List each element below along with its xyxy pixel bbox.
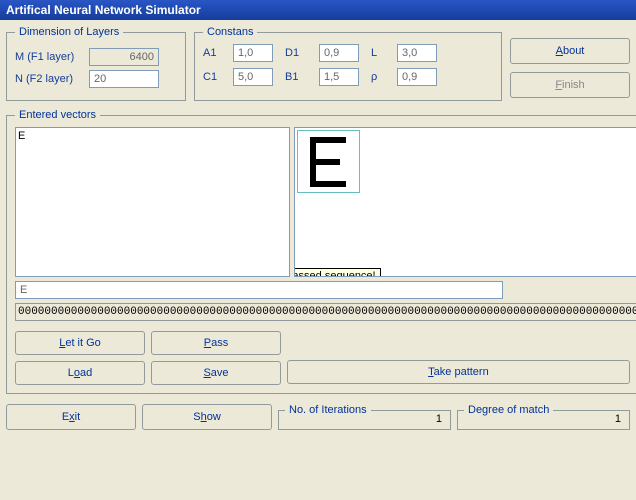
list-item[interactable]: E: [18, 130, 287, 142]
pattern-preview: Passed vector | under their passed seque…: [294, 127, 636, 277]
vector-listbox[interactable]: E: [15, 127, 290, 277]
m-input[interactable]: [89, 48, 159, 66]
title-bar: Artifical Neural Network Simulator: [0, 0, 636, 20]
let-it-go-button[interactable]: Let it Go: [15, 331, 145, 355]
bits-display: 0000000000000000000000000000000000000000…: [15, 303, 636, 321]
match-legend: Degree of match: [464, 404, 553, 416]
dimension-legend: Dimension of Layers: [15, 26, 123, 38]
a1-input[interactable]: [233, 44, 273, 62]
c1-label: C1: [203, 71, 221, 83]
preview-width-label: Preview vector width: [287, 336, 636, 351]
take-pattern-button[interactable]: Take pattern: [287, 360, 630, 384]
tooltip: Passed vector | under their passed seque…: [294, 268, 381, 277]
l-label: L: [371, 47, 385, 59]
save-button[interactable]: Save: [151, 361, 281, 385]
c1-input[interactable]: [233, 68, 273, 86]
a1-label: A1: [203, 47, 221, 59]
iterations-legend: No. of Iterations: [285, 404, 371, 416]
exit-button[interactable]: Exit: [6, 404, 136, 430]
load-button[interactable]: Load: [15, 361, 145, 385]
m-label: M (F1 layer): [15, 51, 83, 63]
n-input[interactable]: [89, 70, 159, 88]
match-group: Degree of match 1: [457, 404, 630, 430]
dimension-group: Dimension of Layers M (F1 layer) N (F2 l…: [6, 26, 186, 101]
about-button[interactable]: About: [510, 38, 630, 64]
pattern-thumbnail: [297, 130, 360, 193]
n-label: N (F2 layer): [15, 73, 83, 85]
finish-button: Finish: [510, 72, 630, 98]
pass-button[interactable]: Pass: [151, 331, 281, 355]
match-value: 1: [615, 413, 621, 425]
d1-label: D1: [285, 47, 307, 59]
iterations-group: No. of Iterations 1: [278, 404, 451, 430]
d1-input[interactable]: [319, 44, 359, 62]
b1-label: B1: [285, 71, 307, 83]
b1-input[interactable]: [319, 68, 359, 86]
l-input[interactable]: [397, 44, 437, 62]
window-body: Dimension of Layers M (F1 layer) N (F2 l…: [0, 20, 636, 436]
entered-legend: Entered vectors: [15, 109, 100, 121]
entered-vectors-group: Entered vectors E Passed vector | under …: [6, 109, 636, 394]
constants-legend: Constans: [203, 26, 257, 38]
vector-name-input[interactable]: [15, 281, 503, 299]
iterations-value: 1: [436, 413, 442, 425]
rho-input[interactable]: [397, 68, 437, 86]
letter-e-glyph: [310, 137, 346, 187]
constants-group: Constans A1 D1 L C1 B1 ρ: [194, 26, 502, 101]
show-button[interactable]: Show: [142, 404, 272, 430]
rho-label: ρ: [371, 71, 385, 83]
